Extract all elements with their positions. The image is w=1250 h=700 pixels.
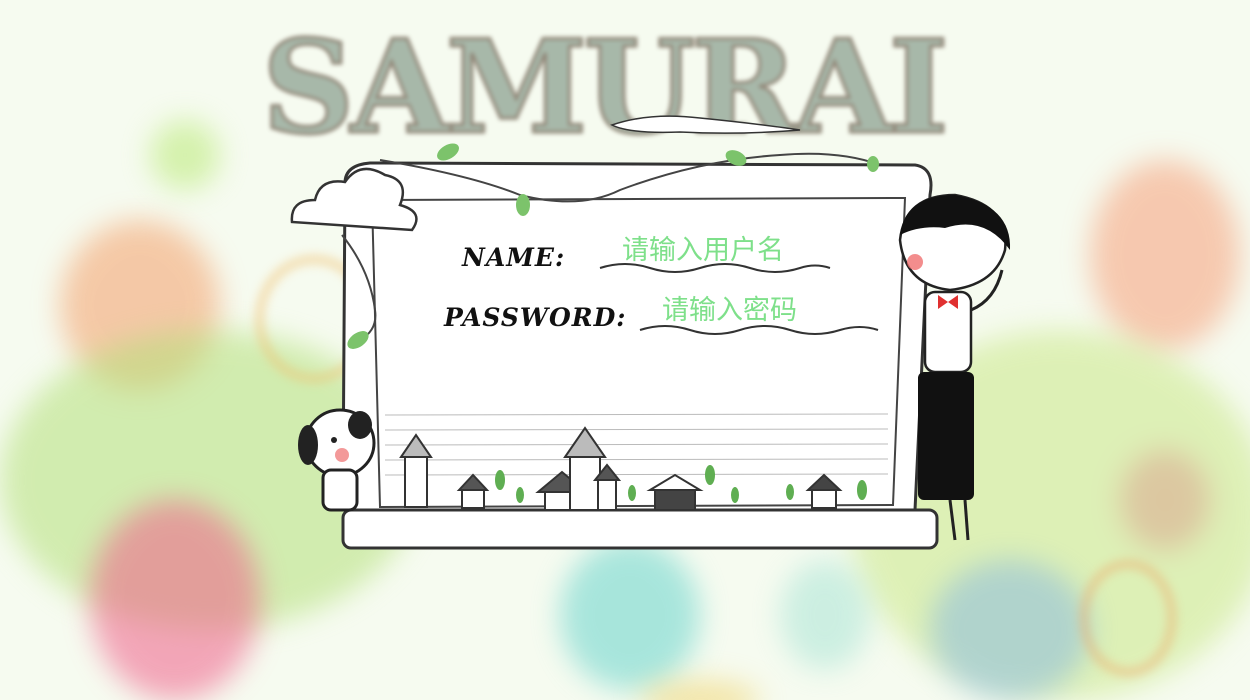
password-input[interactable]: [662, 292, 862, 328]
board-stand: [341, 508, 939, 550]
password-label: PASSWORD:: [444, 303, 627, 332]
cloud-icon: [610, 115, 801, 134]
username-input[interactable]: [622, 232, 822, 268]
name-label: NAME:: [462, 243, 566, 272]
login-board-illustration: [290, 115, 1011, 550]
